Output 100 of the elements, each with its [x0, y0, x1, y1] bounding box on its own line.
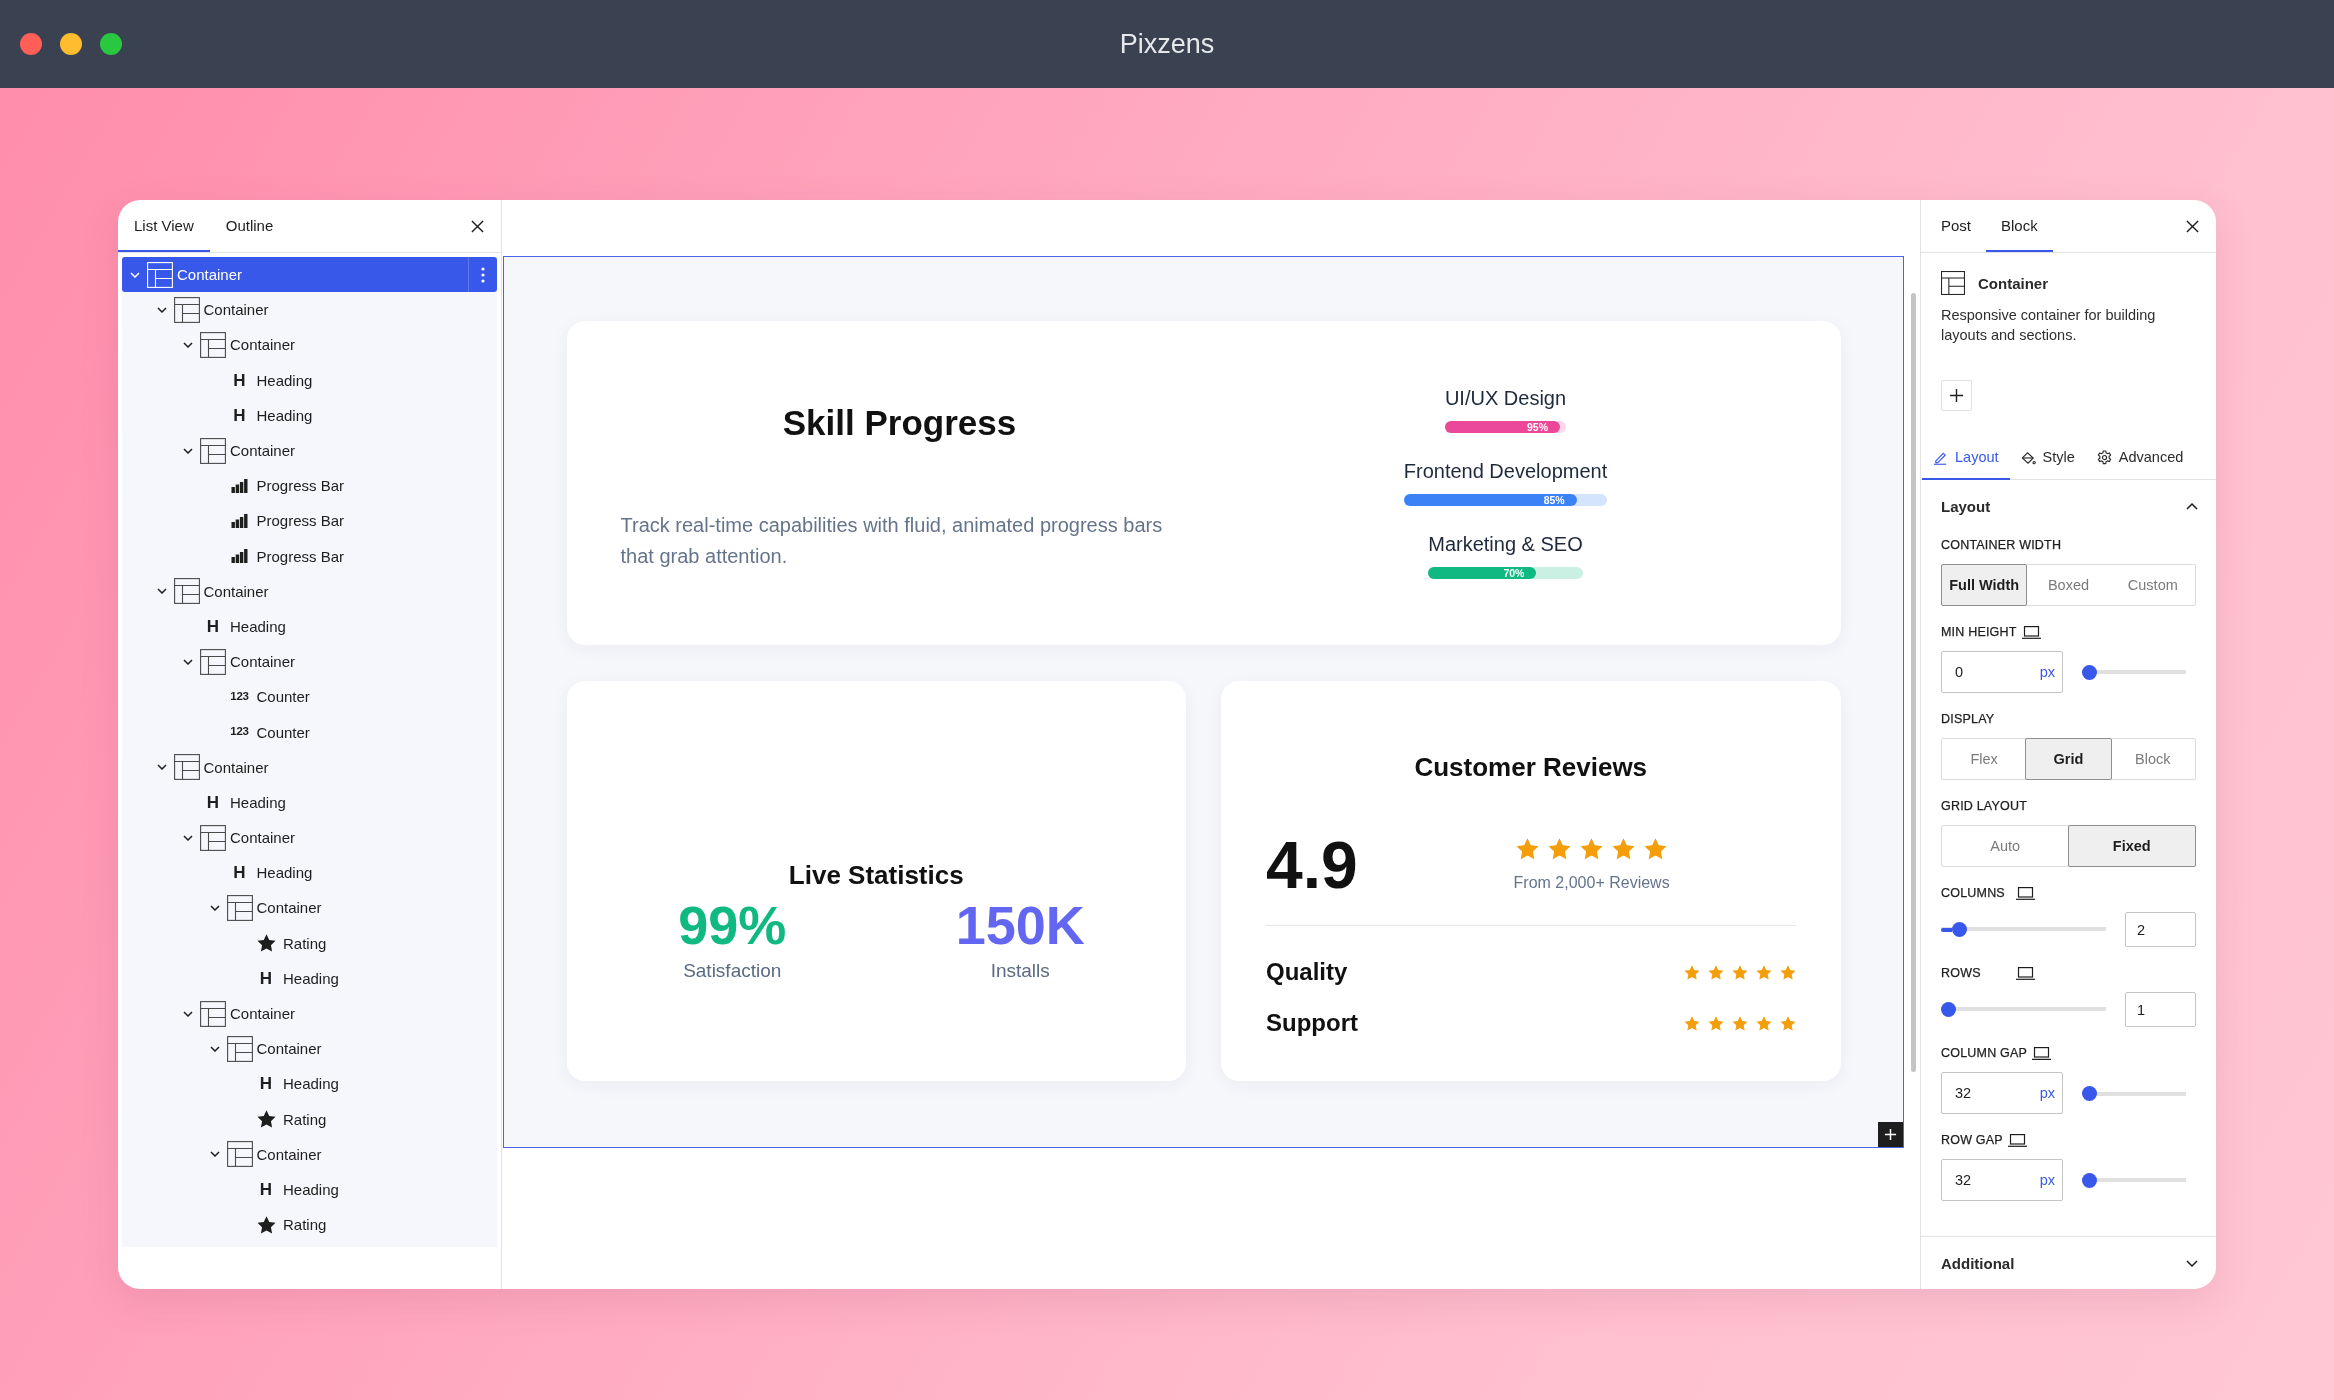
- panel-tab[interactable]: List View: [118, 200, 210, 252]
- tree-item[interactable]: H Heading: [122, 1171, 497, 1208]
- field-label: GRID LAYOUT: [1941, 799, 2027, 813]
- tree-item[interactable]: Container: [122, 1136, 497, 1172]
- percent-label: 85%: [1543, 494, 1565, 506]
- segment-option[interactable]: Auto: [1942, 826, 2069, 866]
- slider-thumb[interactable]: [2082, 1085, 2097, 1101]
- add-block-button[interactable]: [1878, 1122, 1903, 1147]
- settings-tab[interactable]: Style: [2009, 436, 2086, 480]
- number-input[interactable]: 32 px: [1941, 1159, 2063, 1201]
- tree-item[interactable]: 123 Counter: [122, 679, 497, 715]
- panel-tab[interactable]: Block: [1986, 200, 2053, 252]
- chevron-icon[interactable]: [183, 834, 193, 841]
- chevron-icon[interactable]: [156, 588, 167, 595]
- star-icon: [1755, 964, 1772, 980]
- heading-icon: H: [259, 1075, 273, 1093]
- settings-icon: [2096, 449, 2112, 465]
- plus-icon: [1884, 1128, 1897, 1141]
- star-icon: [1779, 1015, 1796, 1031]
- tree-item[interactable]: Container: [122, 820, 497, 856]
- tree-item[interactable]: Container: [122, 644, 497, 680]
- add-block-button[interactable]: [1941, 380, 1972, 411]
- tree-item[interactable]: Container: [122, 432, 497, 469]
- laptop-icon[interactable]: [2021, 625, 2041, 639]
- settings-tab[interactable]: Advanced: [2085, 436, 2195, 480]
- laptop-icon[interactable]: [2016, 886, 2035, 900]
- star-icon: [1612, 838, 1636, 860]
- tree-item[interactable]: Rating: [122, 1207, 497, 1243]
- tree-item[interactable]: H Heading: [122, 608, 497, 645]
- chevron-icon[interactable]: [209, 1045, 220, 1052]
- settings-tab[interactable]: Layout: [1922, 436, 2010, 480]
- panel-tab[interactable]: Outline: [209, 200, 290, 252]
- tree-item[interactable]: H Heading: [122, 1066, 497, 1102]
- laptop-icon[interactable]: [2032, 1046, 2052, 1060]
- number-input[interactable]: 1: [2125, 992, 2196, 1027]
- window-close-button[interactable]: [20, 33, 42, 55]
- tree-item[interactable]: Container: [122, 257, 497, 293]
- tree-item[interactable]: Progress Bar: [122, 538, 497, 574]
- chevron-icon[interactable]: [183, 1010, 193, 1017]
- chevron-icon[interactable]: [209, 1151, 220, 1158]
- slider-thumb[interactable]: [1941, 1002, 1956, 1017]
- tree-item[interactable]: Progress Bar: [122, 468, 497, 504]
- star-icon: [1755, 1015, 1772, 1031]
- segment-option[interactable]: Boxed: [2026, 565, 2111, 605]
- tree-item[interactable]: H Heading: [122, 960, 497, 996]
- slider-thumb[interactable]: [1951, 922, 1967, 937]
- tree-item[interactable]: Container: [122, 995, 497, 1032]
- tree-item[interactable]: Progress Bar: [122, 503, 497, 539]
- tree-item[interactable]: Container: [122, 890, 497, 926]
- segment-option[interactable]: Full Width: [1941, 564, 2028, 606]
- segment-option[interactable]: Fixed: [2067, 825, 2196, 867]
- chevron-icon[interactable]: [183, 341, 193, 348]
- container-icon: [226, 1035, 253, 1062]
- star-icon: [1548, 838, 1572, 860]
- window-minimize-button[interactable]: [60, 33, 82, 55]
- tree-item[interactable]: H Heading: [122, 855, 497, 891]
- skill-label: Marketing & SEO: [1428, 532, 1583, 557]
- chevron-icon[interactable]: [183, 658, 193, 665]
- chevron-icon[interactable]: [156, 764, 167, 771]
- star-icon: [256, 1110, 276, 1129]
- tree-item[interactable]: Container: [122, 573, 497, 609]
- slider-thumb[interactable]: [2082, 1172, 2097, 1188]
- scrollbar-thumb[interactable]: [1911, 293, 1916, 1072]
- segment-option[interactable]: Flex: [1942, 739, 2027, 779]
- tree-item[interactable]: Container: [122, 1031, 497, 1067]
- laptop-icon[interactable]: [2007, 1133, 2027, 1147]
- tree-item[interactable]: 123 Counter: [122, 714, 497, 750]
- laptop-icon[interactable]: [2016, 966, 2035, 980]
- segment-option[interactable]: Block: [2110, 739, 2195, 779]
- slider-thumb[interactable]: [2082, 664, 2097, 680]
- percent-label: 70%: [1503, 567, 1525, 579]
- field-label: ROWS: [1941, 966, 1982, 980]
- window-zoom-button[interactable]: [100, 33, 122, 55]
- tree-item[interactable]: Container: [122, 327, 497, 363]
- segment-option[interactable]: Custom: [2110, 565, 2195, 605]
- counter-icon: 123: [230, 691, 249, 703]
- container-icon: [173, 296, 200, 323]
- tree-item[interactable]: Rating: [122, 1101, 497, 1137]
- container-icon: [1941, 271, 1965, 295]
- tree-item[interactable]: H Heading: [122, 397, 497, 433]
- heading-icon: H: [233, 406, 246, 424]
- number-input[interactable]: 0 px: [1941, 651, 2063, 693]
- chevron-icon[interactable]: [156, 306, 167, 313]
- tree-item[interactable]: H Heading: [122, 784, 497, 820]
- card-description: Track real-time capabilities with fluid, animated progress bars that grab attention.: [620, 513, 1164, 569]
- star-icon: [1731, 1015, 1748, 1031]
- panel-tab[interactable]: Post: [1926, 200, 1986, 252]
- tree-item[interactable]: Container: [122, 292, 497, 328]
- chevron-icon[interactable]: [209, 904, 220, 911]
- number-input[interactable]: 32 px: [1941, 1072, 2063, 1114]
- container-icon: [200, 437, 226, 464]
- tree-item[interactable]: H Heading: [122, 362, 497, 398]
- number-input[interactable]: 2: [2125, 912, 2196, 947]
- star-icon: [1683, 1015, 1700, 1031]
- tree-item[interactable]: Rating: [122, 925, 497, 961]
- tree-item[interactable]: Container: [122, 749, 497, 785]
- container-icon: [200, 648, 226, 675]
- segment-option[interactable]: Grid: [2025, 738, 2112, 780]
- chevron-icon[interactable]: [183, 447, 193, 454]
- star-icon: [1779, 964, 1796, 980]
